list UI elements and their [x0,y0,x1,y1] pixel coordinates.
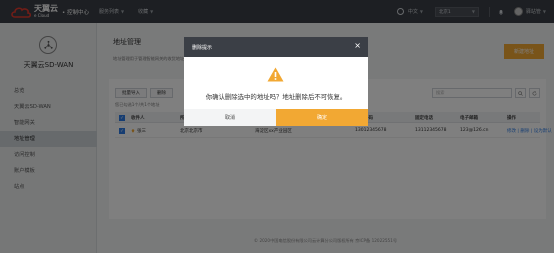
close-icon[interactable]: × [354,42,361,50]
cancel-button[interactable]: 取消 [184,109,276,126]
dialog-header: 删除提示 × [184,37,368,57]
dialog-message: 你确认删除选中的地址吗？地址删除后不可恢复。 [205,93,347,101]
delete-confirm-dialog: 删除提示 × 你确认删除选中的地址吗？地址删除后不可恢复。 取消 确定 [184,37,368,126]
confirm-button[interactable]: 确定 [276,109,368,126]
warning-icon [267,67,284,82]
dialog-title: 删除提示 [192,44,213,51]
